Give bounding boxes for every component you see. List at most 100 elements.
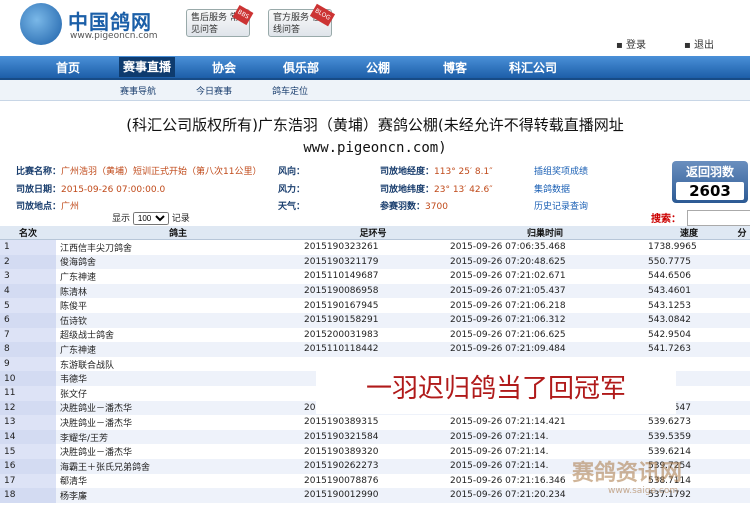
table-row[interactable]: 8 广东神速 2015110118442 2015-09-26 07:21:09.48… bbox=[0, 342, 750, 357]
col-arrival[interactable]: 归巢时间 bbox=[446, 226, 644, 240]
cell-extra bbox=[734, 312, 750, 328]
table-row[interactable]: 3 广东神速 2015110149687 2015-09-26 07:21:02.67… bbox=[0, 269, 750, 284]
subnav-truck-locate[interactable]: 鸽车定位 bbox=[272, 84, 308, 97]
cell-speed: 543.0842 bbox=[644, 312, 734, 328]
cell-ring: 2015190321179 bbox=[300, 254, 446, 270]
login-link[interactable]: ▪ 登录 bbox=[616, 36, 646, 51]
latitude-label: 司放地纬度： bbox=[380, 185, 435, 195]
col-ring[interactable]: 足环号 bbox=[300, 226, 446, 240]
cell-speed: 541.7263 bbox=[644, 342, 734, 357]
cell-speed: 539.6273 bbox=[648, 417, 691, 428]
nav-club[interactable]: 俱乐部 bbox=[283, 59, 319, 76]
cell-extra bbox=[734, 400, 750, 416]
cell-owner: 郗清华 bbox=[60, 477, 88, 488]
cell-ring: 2015190389315 bbox=[304, 417, 379, 428]
table-row[interactable]: 7 超级战士鸽舍 2015200031983 2015-09-26 07:21:06.… bbox=[0, 327, 750, 343]
cell-rank: 11 bbox=[0, 385, 56, 401]
cell-ring: 2015190012990 bbox=[300, 488, 446, 503]
cell-ring: 2015190323261 bbox=[304, 242, 379, 253]
nav-home[interactable]: 首页 bbox=[56, 59, 80, 76]
col-speed[interactable]: 速度 bbox=[644, 226, 734, 240]
page-size-select[interactable]: 100 bbox=[132, 212, 169, 225]
col-rank[interactable]: 名次 bbox=[0, 226, 56, 240]
prize-results-link[interactable]: 插组奖项成绩 bbox=[534, 164, 588, 177]
subnav-race-guide[interactable]: 赛事导航 bbox=[120, 84, 156, 97]
col-extra[interactable]: 分 bbox=[734, 226, 750, 240]
col-owner[interactable]: 鸽主 bbox=[56, 226, 300, 240]
official-service-button[interactable]: 官方服务 在线问答 BLOG bbox=[268, 3, 336, 37]
cell-owner: 张文仔 bbox=[60, 389, 88, 400]
table-row[interactable]: 4 陈清林 2015190086958 2015-09-26 07:21:05.437… bbox=[0, 283, 750, 299]
cell-owner: 决胜鸽业－潘杰华 bbox=[60, 448, 133, 459]
cell-rank: 7 bbox=[0, 327, 56, 343]
return-count-label: 返回羽数 bbox=[685, 165, 734, 179]
watermark: 赛鸽资讯网 bbox=[572, 461, 683, 486]
nav-company[interactable]: 科汇公司 bbox=[509, 59, 557, 76]
release-date-value: 2015-09-26 07:00:00.0 bbox=[61, 185, 166, 195]
cell-owner: 李耀华/王芳 bbox=[56, 429, 300, 445]
cell-arrival: 2015-09-26 07:21:05.437 bbox=[446, 283, 644, 299]
subnav-today[interactable]: 今日赛事 bbox=[196, 84, 232, 97]
cell-owner: 超级战士鸽舍 bbox=[60, 331, 115, 342]
cell-speed: 543.1253 bbox=[648, 300, 691, 311]
sub-nav: 赛事导航 今日赛事 鸽车定位 bbox=[0, 80, 750, 101]
table-row[interactable]: 13 决胜鸽业－潘杰华 2015190389315 2015-09-26 07:21:… bbox=[0, 415, 750, 430]
cell-rank: 13 bbox=[0, 415, 56, 430]
records-label: 记录 bbox=[171, 214, 190, 224]
nav-live[interactable]: 赛事直播 bbox=[119, 57, 176, 77]
cell-ring: 2015190262273 bbox=[300, 458, 446, 474]
cell-rank: 16 bbox=[0, 458, 56, 474]
cell-owner: 陈俊平 bbox=[60, 302, 88, 313]
watermark-url: www.saige.com bbox=[608, 486, 679, 496]
wind-power-label: 风力： bbox=[278, 182, 305, 195]
cell-extra bbox=[734, 429, 750, 445]
weather-label: 天气： bbox=[278, 199, 305, 212]
table-row[interactable]: 14 李耀华/王芳 2015190321584 2015-09-26 07:21:14… bbox=[0, 429, 750, 445]
cell-speed: 543.4601 bbox=[644, 283, 734, 299]
nav-loft[interactable]: 公棚 bbox=[366, 59, 390, 76]
table-row[interactable]: 6 伍诗钦 2015190158291 2015-09-26 07:21:06.312… bbox=[0, 312, 750, 328]
table-row[interactable]: 2 俊海鸽舍 2015190321179 2015-09-26 07:20:48.62… bbox=[0, 254, 750, 270]
pigeon-logo-icon[interactable] bbox=[20, 3, 62, 45]
logout-link[interactable]: ▪ 退出 bbox=[684, 36, 714, 51]
collection-data-link[interactable]: 集鸽数据 bbox=[534, 182, 570, 195]
cell-extra bbox=[734, 488, 750, 503]
table-row[interactable]: 5 陈俊平 2015190167945 2015-09-26 07:21:06.218… bbox=[0, 298, 750, 313]
cell-ring: 2015190078876 bbox=[304, 475, 379, 486]
cell-arrival: 2015-09-26 07:21:06.625 bbox=[450, 329, 566, 340]
cell-arrival: 2015-09-26 07:21:14. bbox=[446, 429, 644, 445]
race-name-label: 比赛名称： bbox=[16, 167, 62, 177]
nav-association[interactable]: 协会 bbox=[212, 59, 236, 76]
page-size-control: 显示 100 记录 bbox=[112, 211, 190, 225]
cell-owner: 决胜鸽业－潘杰华 bbox=[60, 418, 133, 429]
cell-owner: 伍诗钦 bbox=[56, 312, 300, 328]
search-input[interactable] bbox=[687, 210, 750, 226]
cell-extra bbox=[734, 254, 750, 270]
page-url: www.pigeoncn.com) bbox=[303, 140, 447, 156]
wind-dir-text: 风向： bbox=[278, 167, 306, 177]
count-value: 3700 bbox=[425, 202, 448, 212]
cell-owner: 海霸王＋张氏兄弟鸽舍 bbox=[56, 458, 300, 474]
table-row[interactable]: 1 江西信丰尖刀鸽舍 2015190323261 2015-09-26 07:06:3… bbox=[0, 239, 750, 255]
release-date-row: 司放日期：2015-09-26 07:00:00.0 bbox=[16, 182, 165, 195]
cell-rank: 8 bbox=[0, 342, 56, 357]
history-link[interactable]: 历史记录查询 bbox=[534, 199, 588, 212]
cell-rank: 1 bbox=[0, 239, 56, 255]
search-label: 搜索： bbox=[651, 214, 681, 225]
search-box: 搜索： bbox=[651, 210, 750, 226]
nav-blog[interactable]: 博客 bbox=[443, 59, 467, 76]
cell-arrival: 2015-09-26 07:06:35.468 bbox=[450, 242, 566, 253]
cell-ring: 2015190321584 bbox=[300, 429, 446, 445]
cell-owner: 陈清林 bbox=[56, 283, 300, 299]
cell-rank: 12 bbox=[0, 400, 56, 416]
weather-text: 天气： bbox=[278, 202, 306, 212]
after-sales-button[interactable]: 售后服务 常见问答 BBS bbox=[186, 4, 254, 37]
cell-rank: 15 bbox=[0, 444, 56, 459]
cell-extra bbox=[734, 298, 750, 313]
cell-arrival: 2015-09-26 07:21:02.671 bbox=[450, 271, 566, 282]
cell-rank: 2 bbox=[0, 254, 56, 270]
cell-owner: 江西信丰尖刀鸽舍 bbox=[60, 243, 133, 254]
cell-owner: 韦德华 bbox=[56, 371, 300, 386]
overlay-caption: 一羽迟归鸽当了回冠军 bbox=[316, 364, 676, 414]
cell-speed: 1738.9965 bbox=[648, 242, 697, 253]
